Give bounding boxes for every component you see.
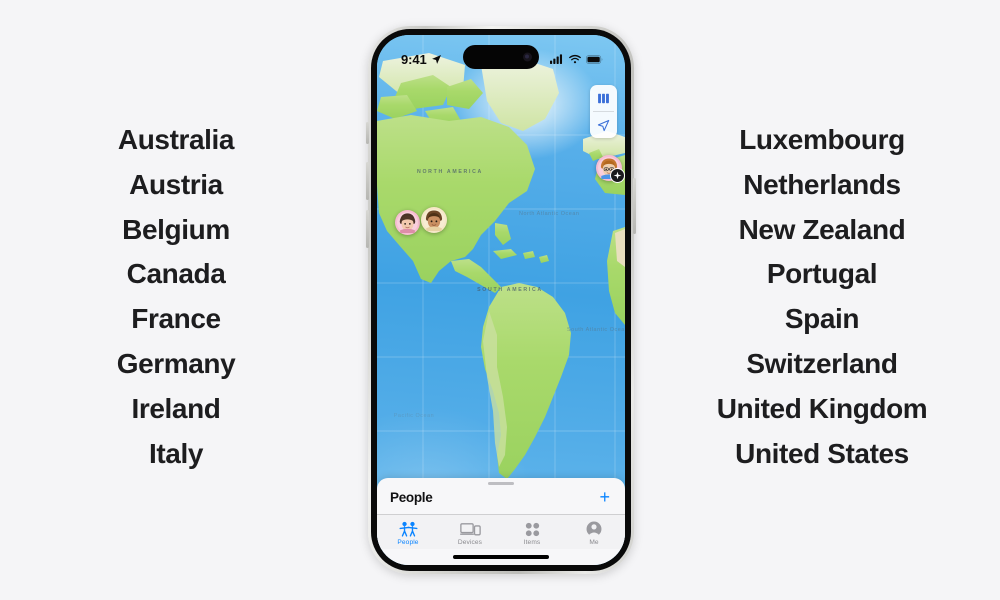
sheet-header: People + — [377, 485, 625, 514]
memoji-avatar-icon — [397, 212, 418, 233]
wifi-icon — [569, 54, 581, 64]
two-people-icon — [399, 520, 418, 538]
person-pin-2[interactable] — [421, 207, 447, 233]
status-right — [550, 50, 603, 64]
country-item: Australia — [117, 124, 235, 155]
country-item: Austria — [129, 168, 223, 200]
person-pin-1[interactable] — [395, 210, 420, 235]
home-indicator[interactable] — [453, 555, 549, 559]
country-item: Luxembourg — [739, 124, 905, 155]
laptop-phone-icon — [459, 520, 481, 537]
country-item: Italy — [148, 437, 204, 469]
dynamic-island[interactable] — [463, 45, 539, 69]
tab-bar: People Devices Items Me — [377, 514, 625, 550]
tab-me-label: Me — [589, 539, 599, 547]
iphone-mockup: North America South America North Atlant… — [366, 26, 636, 574]
country-item: Portugal — [766, 258, 878, 290]
status-left: 9:41 — [401, 48, 442, 67]
silent-switch[interactable] — [366, 122, 369, 144]
country-item: Canada — [126, 258, 226, 290]
sheet-title: People — [390, 489, 433, 505]
battery-icon — [586, 54, 603, 64]
country-item: Switzerland — [746, 347, 898, 379]
country-item: United States — [735, 437, 909, 469]
tab-people-label: People — [397, 539, 419, 547]
countries-right-column: Luxembourg Netherlands New Zealand Portu… — [672, 118, 972, 476]
airplane-badge-icon — [610, 168, 625, 183]
country-item: Spain — [784, 303, 860, 335]
add-person-button[interactable]: + — [597, 488, 612, 506]
status-time: 9:41 — [401, 51, 427, 67]
tab-people[interactable]: People — [377, 520, 439, 546]
person-pin-3[interactable] — [596, 155, 625, 183]
location-arrow-icon — [431, 54, 441, 64]
map-layers-icon — [598, 93, 609, 103]
country-item: Germany — [116, 347, 236, 379]
country-item: Netherlands — [743, 168, 901, 200]
four-dots-icon — [525, 520, 540, 537]
front-camera-icon — [523, 52, 532, 62]
map-type-button[interactable] — [590, 85, 617, 111]
recenter-location-button[interactable] — [590, 112, 617, 138]
volume-up-button[interactable] — [366, 162, 369, 200]
country-item: Ireland — [131, 392, 221, 424]
location-arrow-icon — [597, 119, 610, 131]
power-button[interactable] — [633, 178, 636, 234]
countries-left-column: Australia Austria Belgium Canada France … — [26, 118, 326, 476]
country-item: France — [131, 303, 221, 335]
tab-items[interactable]: Items — [501, 520, 563, 546]
tab-items-label: Items — [523, 539, 541, 547]
country-item: Belgium — [122, 213, 230, 245]
country-item: United Kingdom — [716, 392, 928, 424]
phone-screen: North America South America North Atlant… — [377, 35, 625, 565]
country-item: New Zealand — [738, 213, 906, 245]
cellular-signal-icon — [550, 54, 563, 64]
tab-devices-label: Devices — [457, 539, 483, 547]
tab-me[interactable]: Me — [563, 520, 625, 546]
memoji-avatar-icon — [423, 209, 445, 231]
volume-down-button[interactable] — [366, 210, 369, 248]
person-circle-icon — [586, 520, 602, 538]
tab-devices[interactable]: Devices — [439, 520, 501, 546]
map-controls-panel — [590, 85, 617, 138]
people-sheet: People + People Devices Items Me — [377, 478, 625, 565]
